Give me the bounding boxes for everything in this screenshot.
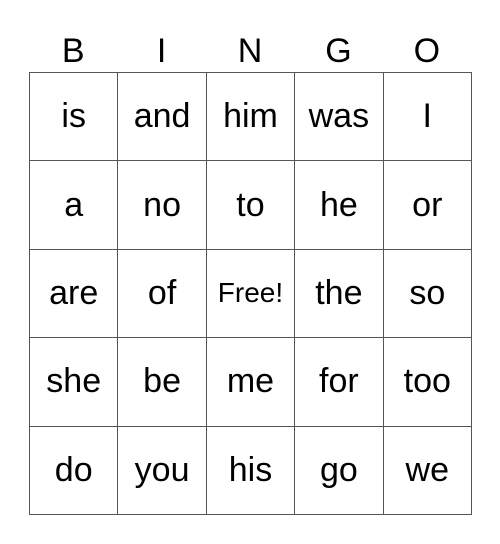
bingo-cell[interactable]: she: [28, 337, 119, 427]
bingo-cell[interactable]: too: [382, 337, 473, 427]
bingo-cell[interactable]: a: [28, 160, 119, 250]
grid-row: a no to he or: [28, 160, 473, 250]
grid-row: is and him was I: [28, 71, 473, 162]
bingo-cell[interactable]: is: [28, 71, 119, 162]
bingo-cell[interactable]: go: [294, 425, 384, 516]
header-letter-o: O: [413, 32, 441, 70]
bingo-header: B I N G O: [29, 30, 471, 72]
bingo-cell[interactable]: do: [28, 425, 119, 516]
bingo-cell[interactable]: to: [205, 160, 296, 250]
bingo-cell[interactable]: me: [205, 337, 296, 427]
bingo-cell[interactable]: you: [117, 425, 207, 516]
header-letter-i: I: [156, 32, 167, 70]
bingo-cell[interactable]: he: [294, 160, 384, 250]
bingo-cell[interactable]: be: [117, 337, 207, 427]
free-cell[interactable]: Free!: [205, 248, 296, 339]
bingo-cell[interactable]: I: [382, 71, 473, 162]
bingo-cell[interactable]: of: [117, 248, 207, 339]
bingo-cell[interactable]: the: [294, 248, 384, 339]
bingo-cell[interactable]: we: [382, 425, 473, 516]
grid-row: she be me for too: [28, 337, 473, 427]
bingo-cell[interactable]: and: [117, 71, 207, 162]
header-letter-g: G: [325, 32, 352, 70]
bingo-cell[interactable]: no: [117, 160, 207, 250]
bingo-cell[interactable]: was: [294, 71, 384, 162]
header-letter-b: B: [61, 32, 85, 70]
bingo-grid: is and him was Ia no to he or are of Free! the so she b…: [28, 71, 473, 516]
bingo-cell[interactable]: are: [28, 248, 119, 339]
bingo-cell[interactable]: or: [382, 160, 473, 250]
bingo-cell[interactable]: for: [294, 337, 384, 427]
grid-row: are of Free! the so: [28, 248, 473, 339]
bingo-cell[interactable]: his: [205, 425, 296, 516]
header-letter-n: N: [237, 32, 263, 70]
bingo-cell[interactable]: him: [205, 71, 296, 162]
grid-row: do you his go we: [28, 425, 473, 516]
bingo-cell[interactable]: so: [382, 248, 473, 339]
